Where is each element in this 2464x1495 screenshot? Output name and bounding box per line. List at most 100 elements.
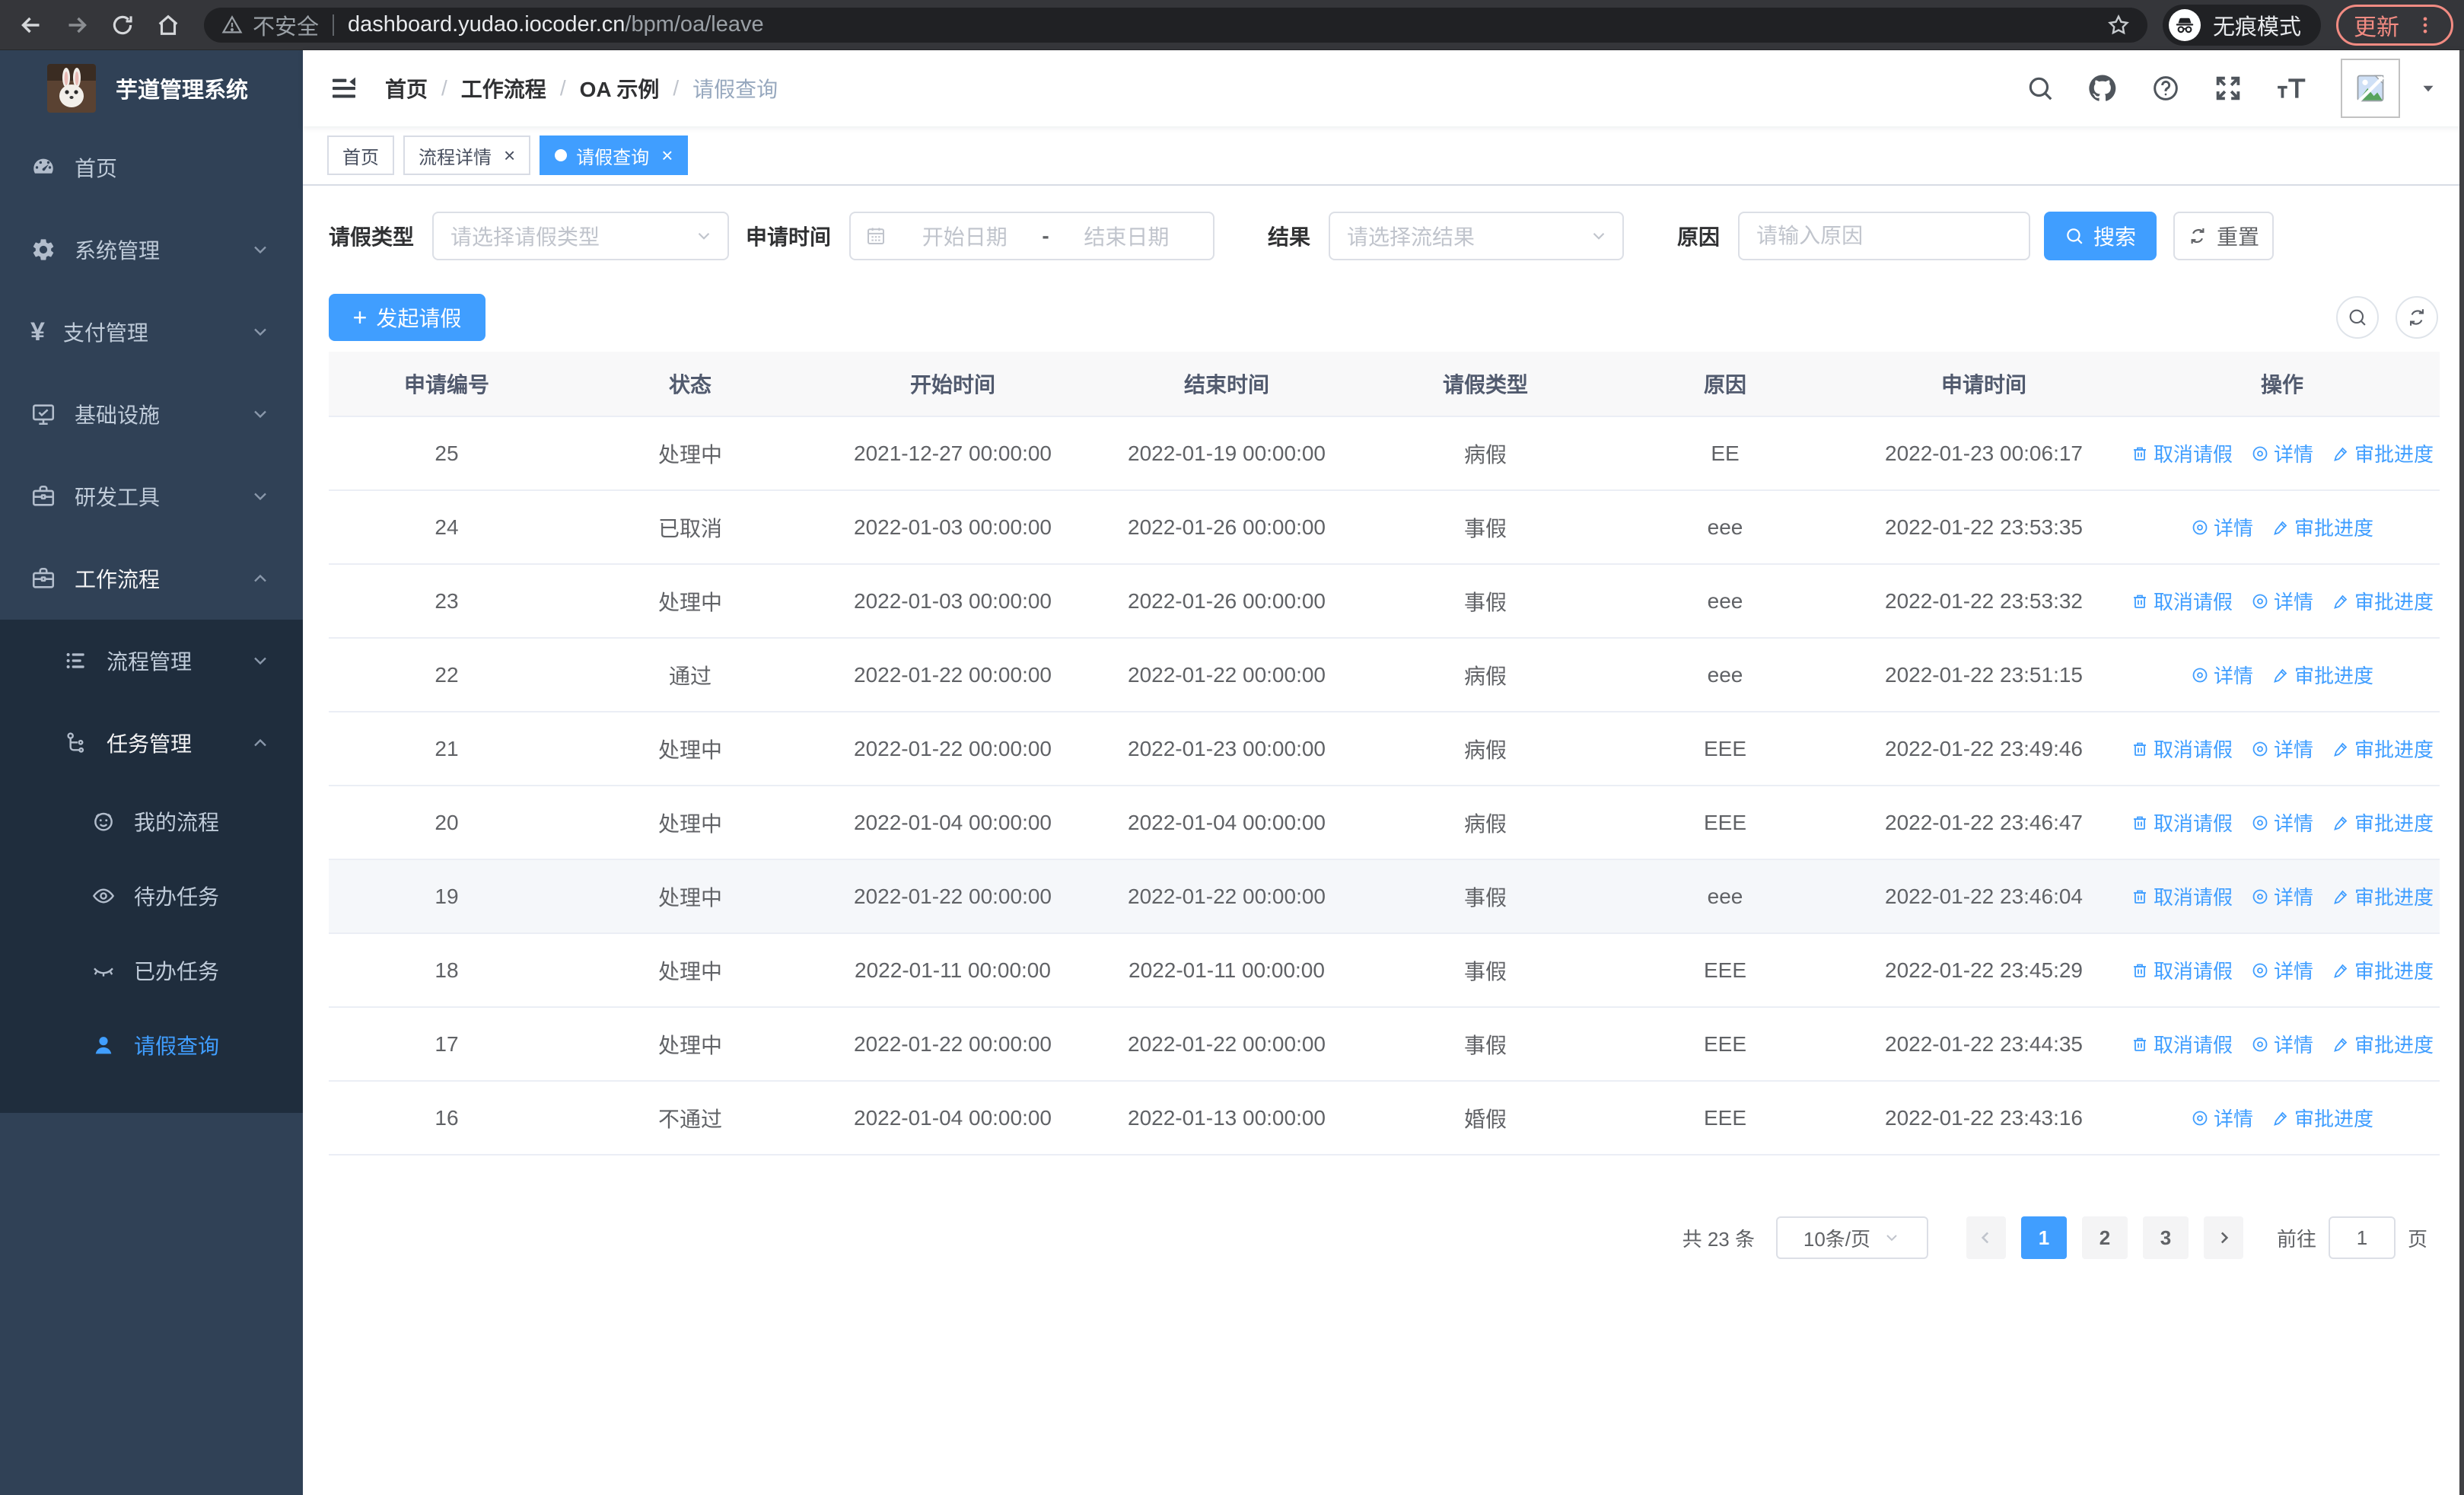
action-progress[interactable]: 审批进度: [2271, 1104, 2373, 1132]
refresh-table-button[interactable]: [2396, 296, 2438, 339]
next-page-button[interactable]: [2203, 1216, 2243, 1259]
table-cell: 17: [435, 1031, 459, 1056]
browser-home-button[interactable]: [148, 5, 189, 46]
breadcrumb-item[interactable]: 工作流程: [461, 73, 546, 104]
action-detail[interactable]: 详情: [2251, 1030, 2313, 1058]
font-size-icon[interactable]: [2275, 73, 2309, 104]
action-detail[interactable]: 详情: [2251, 882, 2313, 910]
sidebar-item-10[interactable]: 已办任务: [0, 933, 303, 1008]
search-button[interactable]: 搜索: [2044, 212, 2157, 260]
action-progress[interactable]: 审批进度: [2271, 513, 2373, 541]
action-progress[interactable]: 审批进度: [2332, 587, 2434, 615]
leave-type-select[interactable]: 请选择请假类型: [432, 212, 730, 260]
action-cancel[interactable]: 取消请假: [2131, 808, 2233, 837]
sidebar-item-7[interactable]: 任务管理: [0, 702, 303, 784]
tab-1[interactable]: 流程详情 ×: [403, 135, 531, 175]
action-progress[interactable]: 审批进度: [2332, 735, 2434, 763]
tab-close-icon[interactable]: ×: [661, 145, 673, 165]
sidebar-item-1[interactable]: 系统管理: [0, 209, 303, 291]
table-cell: 22: [435, 662, 459, 687]
action-cancel[interactable]: 取消请假: [2131, 956, 2233, 984]
action-cancel[interactable]: 取消请假: [2131, 439, 2233, 467]
tab-2[interactable]: 请假查询 ×: [540, 135, 689, 175]
toggle-search-button[interactable]: [2336, 296, 2379, 339]
action-detail[interactable]: 详情: [2251, 439, 2313, 467]
action-detail[interactable]: 详情: [2251, 808, 2313, 837]
url-host[interactable]: dashboard.yudao.iocoder.cn: [348, 12, 625, 37]
github-icon[interactable]: [2087, 72, 2119, 104]
start-date-placeholder[interactable]: 开始日期: [892, 221, 1037, 251]
prev-page-button[interactable]: [1966, 1216, 2006, 1259]
table-cell: 2022-01-19 00:00:00: [1128, 441, 1326, 465]
tab-0[interactable]: 首页: [327, 135, 394, 175]
security-label[interactable]: 不安全: [253, 9, 319, 41]
action-detail[interactable]: 详情: [2251, 956, 2313, 984]
goto-page-input[interactable]: [2328, 1216, 2396, 1259]
page-size-select[interactable]: 10条/页: [1775, 1216, 1928, 1259]
end-date-placeholder[interactable]: 结束日期: [1054, 221, 1199, 251]
sidebar-collapse-button[interactable]: [329, 73, 359, 104]
action-progress[interactable]: 审批进度: [2332, 1030, 2434, 1058]
browser-back-button[interactable]: [11, 5, 52, 46]
url-path[interactable]: /bpm/oa/leave: [625, 12, 763, 37]
sidebar-item-6[interactable]: 流程管理: [0, 620, 303, 702]
action-detail[interactable]: 详情: [2191, 1104, 2253, 1132]
header-search-icon[interactable]: [2026, 74, 2055, 103]
chevron-up-icon: [250, 568, 271, 589]
action-cancel[interactable]: 取消请假: [2131, 735, 2233, 763]
action-detail[interactable]: 详情: [2251, 587, 2313, 615]
sidebar-item-0[interactable]: 首页: [0, 126, 303, 209]
sidebar-item-8[interactable]: 我的流程: [0, 784, 303, 859]
table-cell: 2022-01-26 00:00:00: [1128, 588, 1326, 613]
chevron-down-icon: [250, 239, 271, 260]
address-bar[interactable]: 不安全 dashboard.yudao.iocoder.cn /bpm/oa/l…: [204, 7, 2147, 43]
browser-menu-icon[interactable]: [2415, 14, 2436, 36]
action-detail[interactable]: 详情: [2191, 513, 2253, 541]
apply-time-range-picker[interactable]: 开始日期 - 结束日期: [849, 212, 1215, 260]
page-button-2[interactable]: 2: [2081, 1216, 2128, 1259]
table-cell: 病假: [1463, 664, 1507, 688]
sidebar-item-11[interactable]: 请假查询: [0, 1008, 303, 1082]
reset-button[interactable]: 重置: [2173, 212, 2275, 260]
browser-update-button[interactable]: 更新: [2336, 4, 2453, 46]
tab-close-icon[interactable]: ×: [504, 145, 515, 165]
action-progress[interactable]: 审批进度: [2332, 956, 2434, 984]
action-cancel[interactable]: 取消请假: [2131, 1030, 2233, 1058]
action-progress[interactable]: 审批进度: [2332, 808, 2434, 837]
create-leave-button[interactable]: + 发起请假: [329, 294, 485, 341]
fullscreen-icon[interactable]: [2213, 73, 2243, 104]
browser-reload-button[interactable]: [102, 5, 143, 46]
broken-image-icon: [2356, 75, 2385, 104]
avatar-caret-icon[interactable]: [2418, 78, 2438, 98]
action-progress[interactable]: 审批进度: [2332, 882, 2434, 910]
help-icon[interactable]: [2150, 73, 2181, 104]
action-cancel[interactable]: 取消请假: [2131, 882, 2233, 910]
action-progress[interactable]: 审批进度: [2271, 661, 2373, 689]
avatar[interactable]: [2341, 59, 2400, 118]
table-cell: 事假: [1463, 1033, 1507, 1057]
reason-input[interactable]: [1740, 213, 2029, 259]
table-cell: 2022-01-11 00:00:00: [855, 958, 1051, 982]
browser-forward-button[interactable]: [56, 5, 97, 46]
table-cell: 2022-01-11 00:00:00: [1129, 958, 1325, 982]
update-label[interactable]: 更新: [2354, 8, 2399, 42]
action-progress[interactable]: 审批进度: [2332, 439, 2434, 467]
breadcrumb-item[interactable]: OA 示例: [580, 73, 660, 104]
action-detail[interactable]: 详情: [2191, 661, 2253, 689]
page-button-3[interactable]: 3: [2142, 1216, 2189, 1259]
row-actions: 详情 审批进度: [2125, 661, 2440, 689]
page-button-1[interactable]: 1: [2020, 1216, 2067, 1259]
result-select[interactable]: 请选择流结果: [1329, 212, 1625, 260]
sidebar-item-5[interactable]: 工作流程: [0, 537, 303, 620]
breadcrumb-item[interactable]: 首页: [385, 73, 428, 104]
action-detail[interactable]: 详情: [2251, 735, 2313, 763]
sidebar-item-2[interactable]: ¥ 支付管理: [0, 291, 303, 373]
sidebar-item-4[interactable]: 研发工具: [0, 455, 303, 537]
bookmark-star-icon[interactable]: [2106, 13, 2131, 37]
chevron-right-icon: [2220, 1232, 2229, 1244]
sidebar-item-9[interactable]: 待办任务: [0, 859, 303, 933]
sidebar-logo-row[interactable]: 芋道管理系统: [0, 50, 303, 126]
action-cancel[interactable]: 取消请假: [2131, 587, 2233, 615]
incognito-icon: [2168, 8, 2201, 41]
sidebar-item-3[interactable]: 基础设施: [0, 373, 303, 455]
